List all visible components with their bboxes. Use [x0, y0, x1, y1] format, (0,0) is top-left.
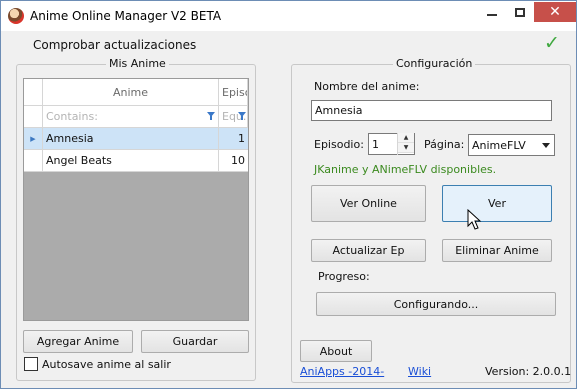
wiki-link[interactable]: Wiki — [408, 365, 431, 378]
minimize-button[interactable] — [479, 2, 505, 22]
row-pointer-icon: ▶ — [24, 128, 43, 149]
cell-anime[interactable]: Amnesia — [43, 128, 219, 149]
my-anime-group-title: Mis Anime — [106, 57, 169, 70]
window-title: Anime Online Manager V2 BETA — [30, 9, 222, 23]
filter-icon[interactable] — [238, 112, 246, 120]
title-bar[interactable]: Anime Online Manager V2 BETA ✕ — [1, 1, 576, 31]
delete-anime-button[interactable]: Eliminar Anime — [442, 239, 552, 262]
row-indicator — [24, 150, 43, 171]
checkmark-icon: ✓ — [544, 32, 560, 54]
progress-status-button[interactable]: Configurando... — [316, 292, 556, 316]
anime-name-label: Nombre del anime: — [314, 80, 420, 93]
grid-filter-row: Contains: Equ... — [24, 106, 248, 128]
check-updates-label[interactable]: Comprobar actualizaciones — [33, 38, 196, 52]
watch-button[interactable]: Ver — [442, 185, 552, 222]
episode-value: 1 — [372, 137, 379, 151]
episode-spin-buttons[interactable]: ▲ ▼ — [397, 133, 414, 155]
config-group-title: Configuración — [393, 57, 476, 70]
close-icon: ✕ — [549, 4, 561, 20]
app-window: Anime Online Manager V2 BETA ✕ Comprobar… — [0, 0, 577, 389]
table-row[interactable]: Angel Beats 10 — [24, 150, 248, 172]
episode-label: Episodio: — [314, 138, 364, 151]
maximize-button[interactable] — [507, 2, 533, 22]
spin-down-icon[interactable]: ▼ — [398, 143, 414, 153]
spin-up-icon[interactable]: ▲ — [398, 133, 414, 143]
version-label: Version: 2.0.0.1 — [485, 365, 572, 378]
anime-grid[interactable]: Anime Episodio Contains: Equ... ▶ Amnesi… — [23, 78, 249, 321]
cell-anime[interactable]: Angel Beats — [43, 150, 219, 171]
add-anime-button[interactable]: Agregar Anime — [23, 330, 133, 353]
filter-icon[interactable] — [207, 112, 215, 120]
autosave-label[interactable]: Autosave anime al salir — [42, 358, 171, 371]
chevron-down-icon[interactable] — [542, 143, 550, 148]
progress-label: Progreso: — [318, 270, 370, 283]
cell-episode[interactable]: 10 — [219, 150, 248, 171]
mouse-cursor-icon — [467, 209, 482, 230]
page-select-value: AnimeFLV — [472, 138, 526, 152]
page-label: Página: — [424, 138, 465, 151]
watch-online-button[interactable]: Ver Online — [311, 185, 426, 222]
aniapps-link[interactable]: AniApps -2014- — [300, 365, 384, 378]
filter-anime-cell[interactable]: Contains: — [43, 106, 219, 127]
save-button[interactable]: Guardar — [141, 330, 249, 353]
minimize-icon — [487, 14, 497, 16]
grid-corner — [24, 79, 43, 105]
about-button[interactable]: About — [300, 340, 372, 362]
filter-anime-placeholder: Contains: — [46, 110, 98, 123]
column-header-anime[interactable]: Anime — [43, 79, 219, 105]
table-row[interactable]: ▶ Amnesia 1 — [24, 128, 248, 150]
autosave-checkbox[interactable] — [24, 357, 38, 371]
anime-name-field[interactable]: Amnesia — [311, 100, 552, 121]
update-episode-button[interactable]: Actualizar Ep — [311, 239, 426, 262]
app-logo-icon — [8, 8, 24, 24]
cell-episode[interactable]: 1 — [219, 128, 248, 149]
grid-header-row: Anime Episodio — [24, 79, 248, 106]
maximize-icon — [515, 7, 525, 17]
availability-status: JKanime y ANimeFLV disponibles. — [314, 163, 497, 176]
column-header-episode[interactable]: Episodio — [219, 79, 248, 105]
filter-corner — [24, 106, 43, 127]
close-button[interactable]: ✕ — [534, 2, 576, 22]
page-select[interactable]: AnimeFLV — [468, 134, 555, 156]
